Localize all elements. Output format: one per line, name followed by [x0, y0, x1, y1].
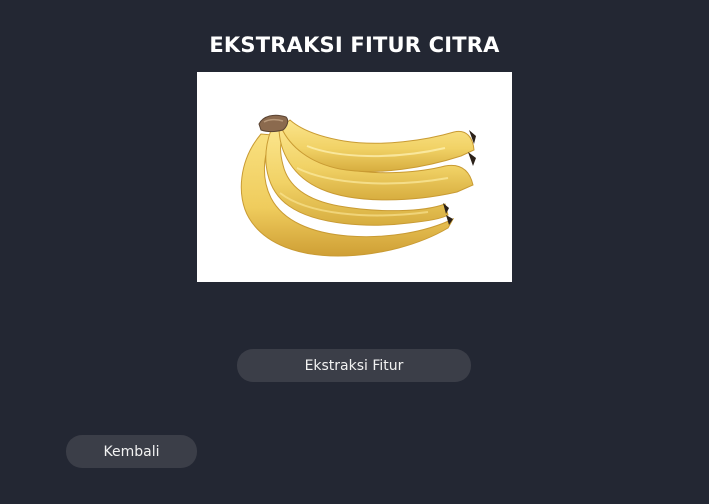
banana-image [240, 114, 476, 257]
back-button[interactable]: Kembali [66, 435, 197, 468]
extract-feature-button[interactable]: Ekstraksi Fitur [237, 349, 471, 382]
image-preview [197, 72, 512, 282]
page-title: EKSTRAKSI FITUR CITRA [209, 33, 500, 57]
